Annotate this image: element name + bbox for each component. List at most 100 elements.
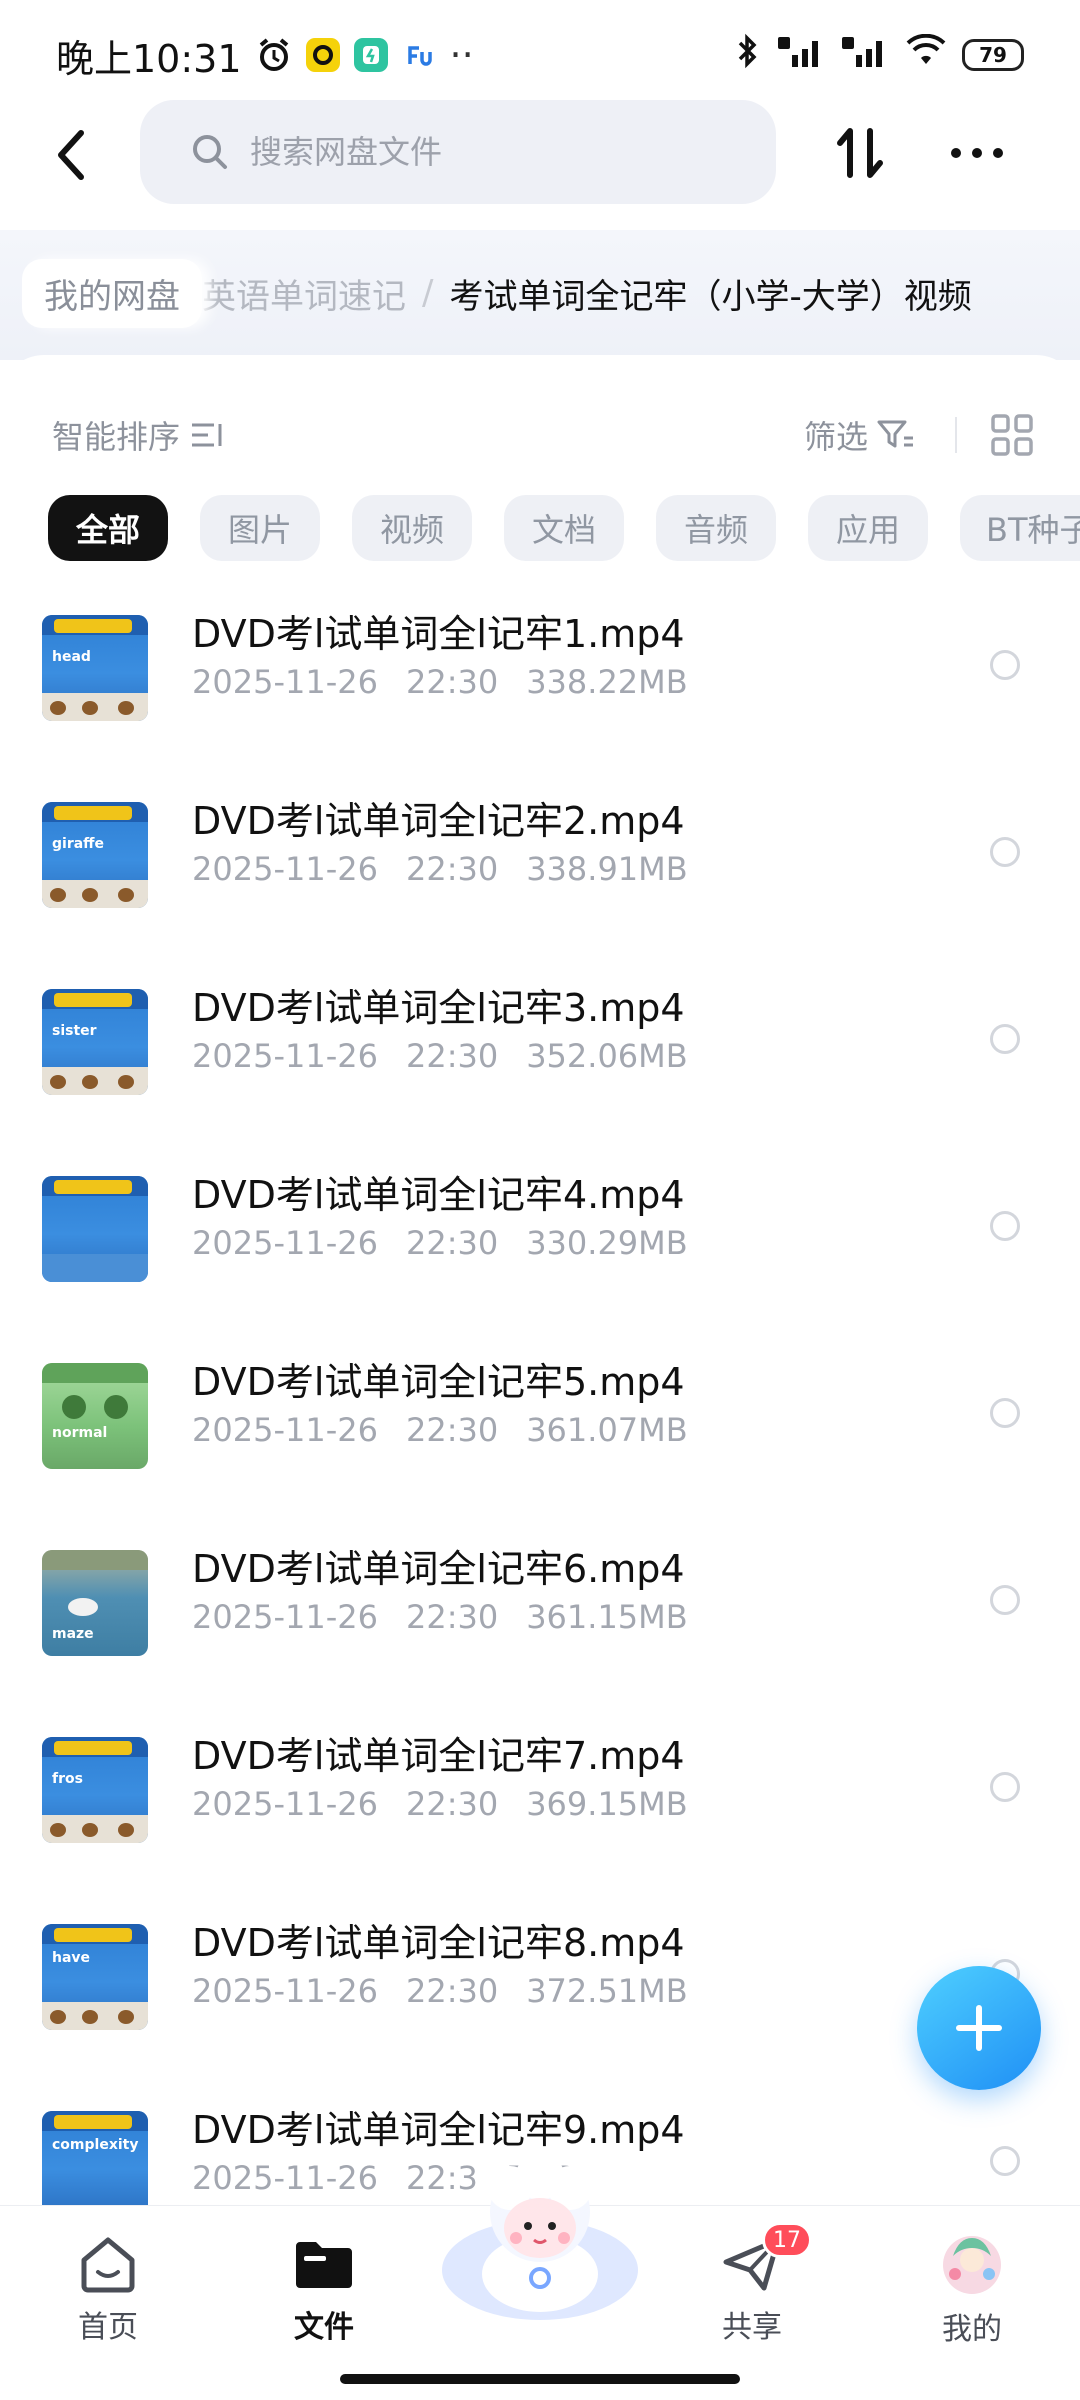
app-notification-yellow-icon <box>305 38 340 72</box>
app-notification-blue-icon <box>402 38 436 72</box>
select-radio[interactable] <box>990 650 1020 680</box>
file-name: DVD考l试单词全l记牢7.mp4 <box>192 1734 685 1778</box>
breadcrumb: 我的网盘 英语单词速记 / 考试单词全记牢（小学-大学）视频 <box>22 258 972 328</box>
chip-bt-torrent[interactable]: BT种子 <box>960 495 1080 561</box>
breadcrumb-separator: / <box>422 273 434 313</box>
file-size: 361.07MB <box>526 1411 688 1449</box>
plus-icon <box>956 2005 1002 2051</box>
file-size: 361.15MB <box>526 1598 688 1636</box>
file-time: 22:30 <box>405 1785 499 1823</box>
home-indicator <box>340 2374 740 2384</box>
search-icon <box>193 135 227 169</box>
file-date: 2025-11-26 <box>192 663 378 701</box>
file-size: 338.22MB <box>526 663 688 701</box>
nav-files-label: 文件 <box>294 2310 354 2345</box>
file-name: DVD考l试单词全l记牢9.mp4 <box>192 2108 685 2152</box>
file-meta: 2025-11-26 22:30 338.22MB <box>192 663 688 701</box>
file-name: DVD考l试单词全l记牢5.mp4 <box>192 1360 685 1404</box>
file-row[interactable]: fros DVD考l试单词全l记牢7.mp4 2025-11-26 22:30 36… <box>0 1717 1080 1904</box>
select-radio[interactable] <box>990 1024 1020 1054</box>
select-radio[interactable] <box>990 1398 1020 1428</box>
select-radio[interactable] <box>990 1211 1020 1241</box>
nav-home-label: 首页 <box>78 2310 138 2345</box>
chip-images[interactable]: 图片 <box>200 495 320 561</box>
sort-lines-icon <box>192 423 222 447</box>
search-input[interactable] <box>250 133 670 171</box>
status-right: 79 <box>734 33 1024 78</box>
file-meta: 2025-11-26 22:30 338.91MB <box>192 850 688 888</box>
file-time: 22:30 <box>405 663 499 701</box>
file-date: 2025-11-26 <box>192 850 378 888</box>
add-upload-button[interactable] <box>917 1966 1041 2090</box>
breadcrumb-parent[interactable]: 英语单词速记 <box>202 269 406 318</box>
file-name: DVD考l试单词全l记牢6.mp4 <box>192 1547 685 1591</box>
file-name: DVD考l试单词全l记牢1.mp4 <box>192 612 685 656</box>
top-bar <box>0 100 1080 210</box>
thumbnail-caption: sister <box>52 1023 97 1039</box>
thumbnail-caption: normal <box>52 1425 108 1441</box>
breadcrumb-area: 我的网盘 英语单词速记 / 考试单词全记牢（小学-大学）视频 <box>0 230 1080 360</box>
sort-arrows-icon <box>837 128 883 178</box>
select-radio[interactable] <box>990 1585 1020 1615</box>
chevron-left-icon <box>58 130 84 180</box>
file-size: 330.29MB <box>526 1224 688 1262</box>
video-thumbnail: complexity <box>42 2111 148 2205</box>
alarm-icon <box>256 37 292 73</box>
grid-view-toggle[interactable] <box>990 413 1034 457</box>
select-radio[interactable] <box>990 2146 1020 2176</box>
folder-icon <box>296 2242 352 2288</box>
assistant-mascot-button[interactable] <box>440 2150 640 2320</box>
chip-all[interactable]: 全部 <box>48 495 168 561</box>
breadcrumb-root[interactable]: 我的网盘 <box>22 258 202 328</box>
more-options-button[interactable] <box>942 118 1012 188</box>
select-radio[interactable] <box>990 1772 1020 1802</box>
transfer-sort-button[interactable] <box>825 118 895 188</box>
file-date: 2025-11-26 <box>192 1972 378 2010</box>
file-meta: 2025-11-26 22:30 361.15MB <box>192 1598 688 1636</box>
chip-videos[interactable]: 视频 <box>352 495 472 561</box>
chip-apps[interactable]: 应用 <box>808 495 928 561</box>
nav-share[interactable]: 17 共享 <box>692 2222 812 2364</box>
smart-sort-label: 智能排序 <box>52 418 181 456</box>
chip-documents[interactable]: 文档 <box>504 495 624 561</box>
breadcrumb-current: 考试单词全记牢（小学-大学）视频 <box>449 276 972 317</box>
file-date: 2025-11-26 <box>192 1785 378 1823</box>
file-row[interactable]: have DVD考l试单词全l记牢8.mp4 2025-11-26 22:30 37… <box>0 1904 1080 2091</box>
file-row[interactable]: giraffe DVD考l试单词全l记牢2.mp4 2025-11-26 22:3… <box>0 782 1080 969</box>
thumbnail-caption: have <box>52 1950 91 1966</box>
filter-label: 筛选 <box>804 418 869 456</box>
select-radio[interactable] <box>990 837 1020 867</box>
smart-sort-button[interactable]: 智能排序 <box>52 412 224 458</box>
nav-home[interactable]: 首页 <box>48 2234 168 2364</box>
chip-audio[interactable]: 音频 <box>656 495 776 561</box>
nav-share-label: 共享 <box>722 2310 782 2345</box>
file-date: 2025-11-26 <box>192 2159 378 2197</box>
file-size: 369.15MB <box>526 1785 688 1823</box>
file-time: 22:30 <box>405 1037 499 1075</box>
file-row[interactable]: head DVD考l试单词全l记牢1.mp4 2025-11-26 22:30 33… <box>0 595 1080 782</box>
file-row[interactable]: sister DVD考l试单词全l记牢3.mp4 2025-11-26 22:30… <box>0 969 1080 1156</box>
file-size: 352.06MB <box>526 1037 688 1075</box>
toolbar-divider <box>955 417 957 453</box>
file-row[interactable]: maze DVD考l试单词全l记牢6.mp4 2025-11-26 22:30 36… <box>0 1530 1080 1717</box>
search-bar[interactable] <box>140 100 776 204</box>
list-toolbar: 智能排序 筛选 <box>0 395 1080 475</box>
video-thumbnail <box>42 1176 148 1282</box>
file-row[interactable]: DVD考l试单词全l记牢4.mp4 2025-11-26 22:30 330.29M… <box>0 1156 1080 1343</box>
file-size: 372.51MB <box>526 1972 688 2010</box>
file-meta: 2025-11-26 22:30 361.07MB <box>192 1411 688 1449</box>
file-meta: 2025-11-26 22:30 372.51MB <box>192 1972 688 2010</box>
file-size: 338.91MB <box>526 850 688 888</box>
nav-files[interactable]: 文件 <box>264 2234 384 2364</box>
filter-icon <box>877 420 914 448</box>
file-row[interactable]: normal DVD考l试单词全l记牢5.mp4 2025-11-26 22:30… <box>0 1343 1080 1530</box>
file-date: 2025-11-26 <box>192 1224 378 1262</box>
filter-button[interactable]: 筛选 <box>804 412 916 458</box>
thumbnail-caption: giraffe <box>52 836 105 852</box>
file-time: 22:30 <box>405 1598 499 1636</box>
more-dots-icon <box>951 148 1003 158</box>
file-name: DVD考l试单词全l记牢8.mp4 <box>192 1921 685 1965</box>
battery-indicator: 79 <box>962 39 1024 71</box>
nav-me[interactable]: 我的 <box>912 2234 1032 2364</box>
back-button[interactable] <box>38 122 104 188</box>
